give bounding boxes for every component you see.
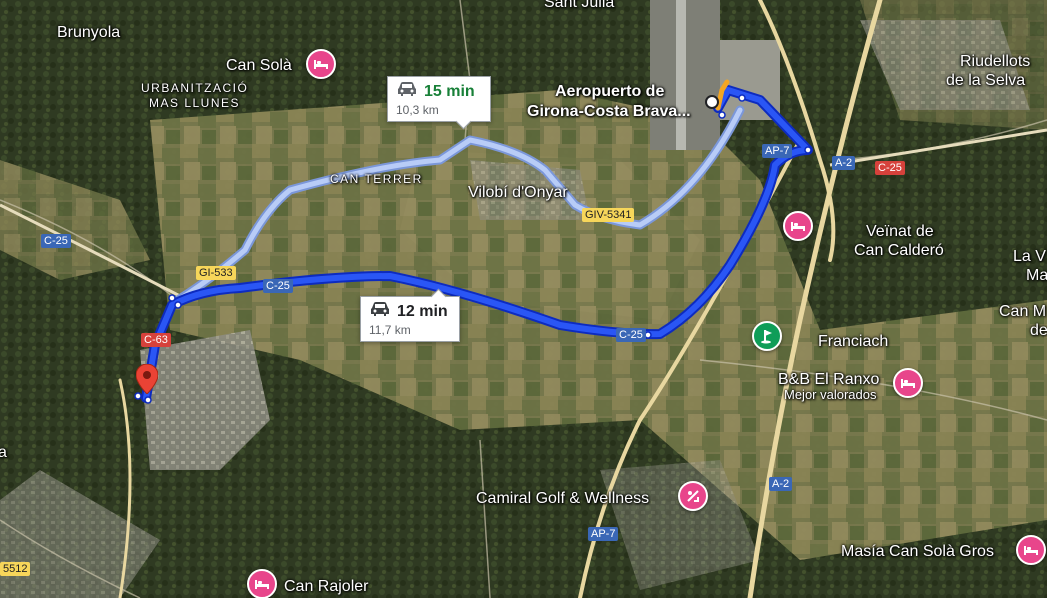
route-time: 12 min (397, 302, 448, 320)
place-label-mas-llunes: MAS LLUNES (149, 96, 241, 110)
road-shield-a2: A-2 (769, 477, 793, 491)
place-label-mejor-valorados: Mejor valorados (784, 387, 877, 402)
road-shield-c63: C-63 (141, 333, 171, 347)
bed-icon[interactable] (783, 211, 813, 241)
place-label-vilobi: Vilobí d'Onyar (468, 184, 568, 201)
place-label-franciach: Franciach (818, 333, 889, 350)
alternative-route[interactable] (173, 105, 745, 305)
place-label-urbanitzacio: URBANITZACIÓ (141, 81, 249, 95)
road-shield-c25: C-25 (875, 161, 905, 175)
place-label-veinat-line1: Veïnat de (866, 223, 934, 240)
place-label-airport-line1: Aeropuerto de (555, 83, 665, 100)
place-label-la-v: La V (1013, 248, 1046, 265)
golf-icon[interactable] (752, 321, 782, 351)
destination-marker[interactable] (705, 95, 719, 109)
place-label-can-m: Can M (999, 303, 1047, 320)
place-label-camiral: Camiral Golf & Wellness (476, 490, 650, 507)
route-bubble-primary[interactable]: 12 min 11,7 km (360, 288, 460, 342)
road-shield-gi533: GI-533 (196, 266, 236, 280)
bed-icon[interactable] (306, 49, 336, 79)
place-label-sant-julia: Sant Julià (544, 0, 615, 11)
road-shield-ap7: AP-7 (762, 144, 793, 158)
bed-icon[interactable] (247, 569, 277, 598)
place-label-edge: a (0, 444, 7, 461)
road-shield-c25: C-25 (616, 328, 646, 342)
bed-icon[interactable] (893, 368, 923, 398)
road-shield-giv5341: GIV-5341 (582, 208, 635, 222)
place-label-can-rajoler: Can Rajoler (284, 578, 369, 595)
car-icon (396, 81, 418, 102)
route-bubble-alternative[interactable]: 15 min 10,3 km (387, 76, 491, 130)
place-label-airport-line2: Girona-Costa Brava... (527, 103, 691, 120)
route-distance: 10,3 km (396, 103, 439, 117)
place-label-riudellots-line1: Riudellots (960, 53, 1031, 70)
place-label-ma: Ma (1026, 267, 1047, 284)
place-label-de: de (1030, 322, 1047, 339)
place-label-masia: Masía Can Solà Gros (841, 543, 994, 560)
map-canvas[interactable]: C-25 C-25 C-25 C-25 GI-533 GIV-5341 C-63… (0, 0, 1047, 598)
car-icon (369, 301, 391, 322)
place-label-veinat-line2: Can Calderó (854, 242, 944, 259)
route-time: 15 min (424, 82, 475, 100)
place-label-brunyola: Brunyola (57, 24, 121, 41)
road-shield-ap7: AP-7 (588, 527, 619, 541)
spa-icon[interactable] (678, 481, 708, 511)
route-distance: 11,7 km (369, 323, 411, 337)
location-pin-icon[interactable] (135, 363, 159, 399)
place-label-riudellots-line2: de la Selva (946, 72, 1026, 89)
place-label-can-sola: Can Solà (226, 57, 292, 74)
road-shield-5512: 5512 (0, 562, 31, 576)
road-shield-c25: C-25 (263, 279, 293, 293)
place-label-can-terrer: CAN TERRER (330, 172, 423, 186)
road-shield-a2: A-2 (832, 156, 856, 170)
road-shield-c25: C-25 (41, 234, 71, 248)
bed-icon[interactable] (1016, 535, 1046, 565)
